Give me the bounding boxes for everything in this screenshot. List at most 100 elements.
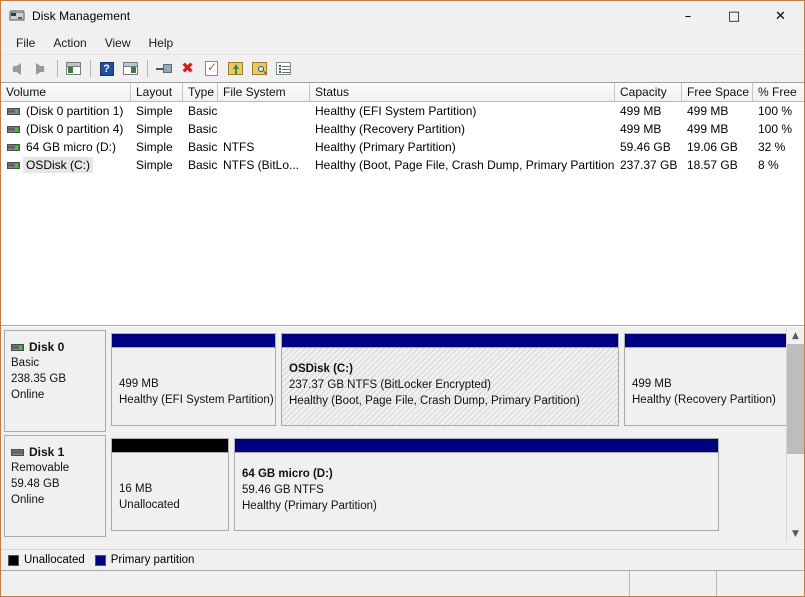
column-header-filesystem[interactable]: File System: [218, 83, 310, 101]
partition-details: OSDisk (C:) 237.37 GB NTFS (BitLocker Enc…: [281, 347, 619, 426]
partition-name-label: 64 GB micro (D:): [242, 468, 333, 480]
column-header-layout[interactable]: Layout: [131, 83, 183, 101]
toolbar-separator: [57, 60, 58, 77]
back-button[interactable]: [5, 58, 28, 80]
all-tasks-button[interactable]: [272, 58, 295, 80]
legend-item-primary-partition: Primary partition: [94, 554, 194, 566]
partition-status-label: Healthy (Boot, Page File, Crash Dump, Pr…: [289, 395, 580, 407]
help-icon: ?: [99, 61, 114, 76]
menu-item-file[interactable]: File: [7, 34, 44, 52]
show-hide-console-tree-button[interactable]: [62, 58, 85, 80]
table-row[interactable]: 64 GB micro (D:) Simple Basic NTFS Healthy (…: [1, 138, 804, 156]
menu-item-action[interactable]: Action: [44, 34, 95, 52]
cell-volume: OSDisk (C:): [1, 157, 131, 173]
maximize-button[interactable]: □: [711, 1, 757, 31]
partition-size-label: 59.46 GB NTFS: [242, 484, 324, 496]
partition-color-bar: [111, 438, 229, 452]
column-header-volume[interactable]: Volume: [1, 83, 131, 101]
extend-volume-button[interactable]: [224, 58, 247, 80]
cell-filesystem: NTFS: [223, 140, 255, 154]
disk-name-label: Disk 1: [11, 444, 105, 460]
show-hide-action-pane-button[interactable]: [119, 58, 142, 80]
cell-type: Basic: [188, 122, 218, 136]
partition-size-label: 499 MB: [632, 378, 672, 390]
partition-block[interactable]: 499 MB Healthy (EFI System Partition): [111, 330, 276, 432]
cell-status: Healthy (EFI System Partition): [315, 104, 477, 118]
close-button[interactable]: ✕: [757, 1, 804, 31]
partition-block[interactable]: 16 MB Unallocated: [111, 435, 229, 537]
minimize-button[interactable]: –: [665, 1, 711, 31]
volume-name-label: (Disk 0 partition 1): [26, 104, 124, 118]
properties-button[interactable]: [200, 58, 223, 80]
cell-status: Healthy (Primary Partition): [315, 140, 456, 154]
column-header-capacity[interactable]: Capacity: [615, 83, 682, 101]
explore-button[interactable]: [248, 58, 271, 80]
cell-status: Healthy (Recovery Partition): [315, 122, 466, 136]
cell-capacity: 499 MB: [620, 104, 662, 118]
volume-list-header: Volume Layout Type File System Status Capacit…: [1, 83, 804, 102]
cell-percentfree: 100 %: [758, 122, 793, 136]
cell-percentfree: 100 %: [758, 104, 793, 118]
cell-filesystem: NTFS (BitLo...: [223, 158, 300, 172]
table-row[interactable]: (Disk 0 partition 1) Simple Basic Healthy (…: [1, 102, 804, 120]
partition-size-label: 237.37 GB NTFS (BitLocker Encrypted): [289, 379, 491, 391]
cell-layout: Simple: [136, 104, 173, 118]
legend-swatch-primary-partition: [94, 554, 106, 566]
title-bar: Disk Management – □ ✕: [1, 1, 804, 32]
cell-type: Basic: [188, 104, 218, 118]
volume-name-label: OSDisk (C:): [23, 157, 93, 173]
cell-percentfree: 32 %: [758, 140, 786, 154]
forward-button[interactable]: [29, 58, 52, 80]
status-segment-main: [1, 571, 630, 596]
partition-list: 16 MB Unallocated 64 GB micro (D:) 59.46 GB…: [106, 435, 804, 537]
partition-list: 499 MB Healthy (EFI System Partition) OSDi…: [106, 330, 804, 432]
forward-arrow-icon: [36, 62, 45, 75]
cell-layout: Simple: [136, 140, 173, 154]
disk-row: Disk 1 Removable 59.48 GB Online 16 MB Unallo…: [4, 435, 804, 537]
properties-icon: [205, 60, 218, 76]
cell-capacity: 499 MB: [620, 122, 662, 136]
help-button[interactable]: ?: [95, 58, 118, 80]
column-header-percentfree[interactable]: % Free: [753, 83, 804, 101]
partition-block[interactable]: 499 MB Healthy (Recovery Partition): [624, 330, 796, 432]
graphical-view-scrollbar[interactable]: ▲ ▼: [786, 327, 804, 542]
status-bar: [1, 570, 804, 596]
table-row[interactable]: (Disk 0 partition 4) Simple Basic Healthy (…: [1, 120, 804, 138]
cell-layout: Simple: [136, 158, 173, 172]
partition-block[interactable]: OSDisk (C:) 237.37 GB NTFS (BitLocker Enc…: [281, 330, 619, 432]
cell-capacity: 237.37 GB: [620, 158, 678, 172]
disk-name-label: Disk 0: [11, 339, 105, 355]
scroll-up-arrow-icon[interactable]: ▲: [787, 327, 804, 344]
cell-layout: Simple: [136, 122, 173, 136]
window-controls: – □ ✕: [665, 1, 804, 31]
delete-button[interactable]: ✖: [176, 58, 199, 80]
cell-capacity: 59.46 GB: [620, 140, 671, 154]
disk-row: Disk 0 Basic 238.35 GB Online 499 MB Healthy …: [4, 330, 804, 432]
disk-info-panel[interactable]: Disk 0 Basic 238.35 GB Online: [4, 330, 106, 432]
column-header-type[interactable]: Type: [183, 83, 218, 101]
volume-drive-icon: [7, 125, 20, 133]
column-header-status[interactable]: Status: [310, 83, 615, 101]
scrollbar-thumb[interactable]: [787, 344, 804, 454]
cell-freespace: 18.57 GB: [687, 158, 738, 172]
disk-info-panel[interactable]: Disk 1 Removable 59.48 GB Online: [4, 435, 106, 537]
disk-state-label: Online: [11, 389, 45, 401]
menu-item-view[interactable]: View: [96, 34, 140, 52]
menu-bar: File Action View Help: [1, 32, 804, 55]
all-tasks-icon: [276, 62, 291, 75]
column-header-freespace[interactable]: Free Space: [682, 83, 753, 101]
show-hide-action-pane-icon: [123, 62, 138, 75]
disk-management-window: Disk Management – □ ✕ File Action View H…: [0, 0, 805, 597]
rescan-disks-button[interactable]: [152, 58, 175, 80]
partition-size-label: 16 MB: [119, 483, 153, 495]
partition-status-label: Healthy (Primary Partition): [242, 500, 377, 512]
partition-color-bar: [111, 333, 276, 347]
cell-type: Basic: [188, 158, 218, 172]
menu-item-help[interactable]: Help: [140, 34, 183, 52]
scroll-down-arrow-icon[interactable]: ▼: [787, 525, 804, 542]
disk-management-icon: [9, 8, 25, 24]
table-row[interactable]: OSDisk (C:) Simple Basic NTFS (BitLo... Heal…: [1, 156, 804, 174]
partition-name-label: OSDisk (C:): [289, 363, 353, 375]
partition-block[interactable]: 64 GB micro (D:) 59.46 GB NTFS Healthy (Pr…: [234, 435, 719, 537]
partition-color-bar: [624, 333, 796, 347]
